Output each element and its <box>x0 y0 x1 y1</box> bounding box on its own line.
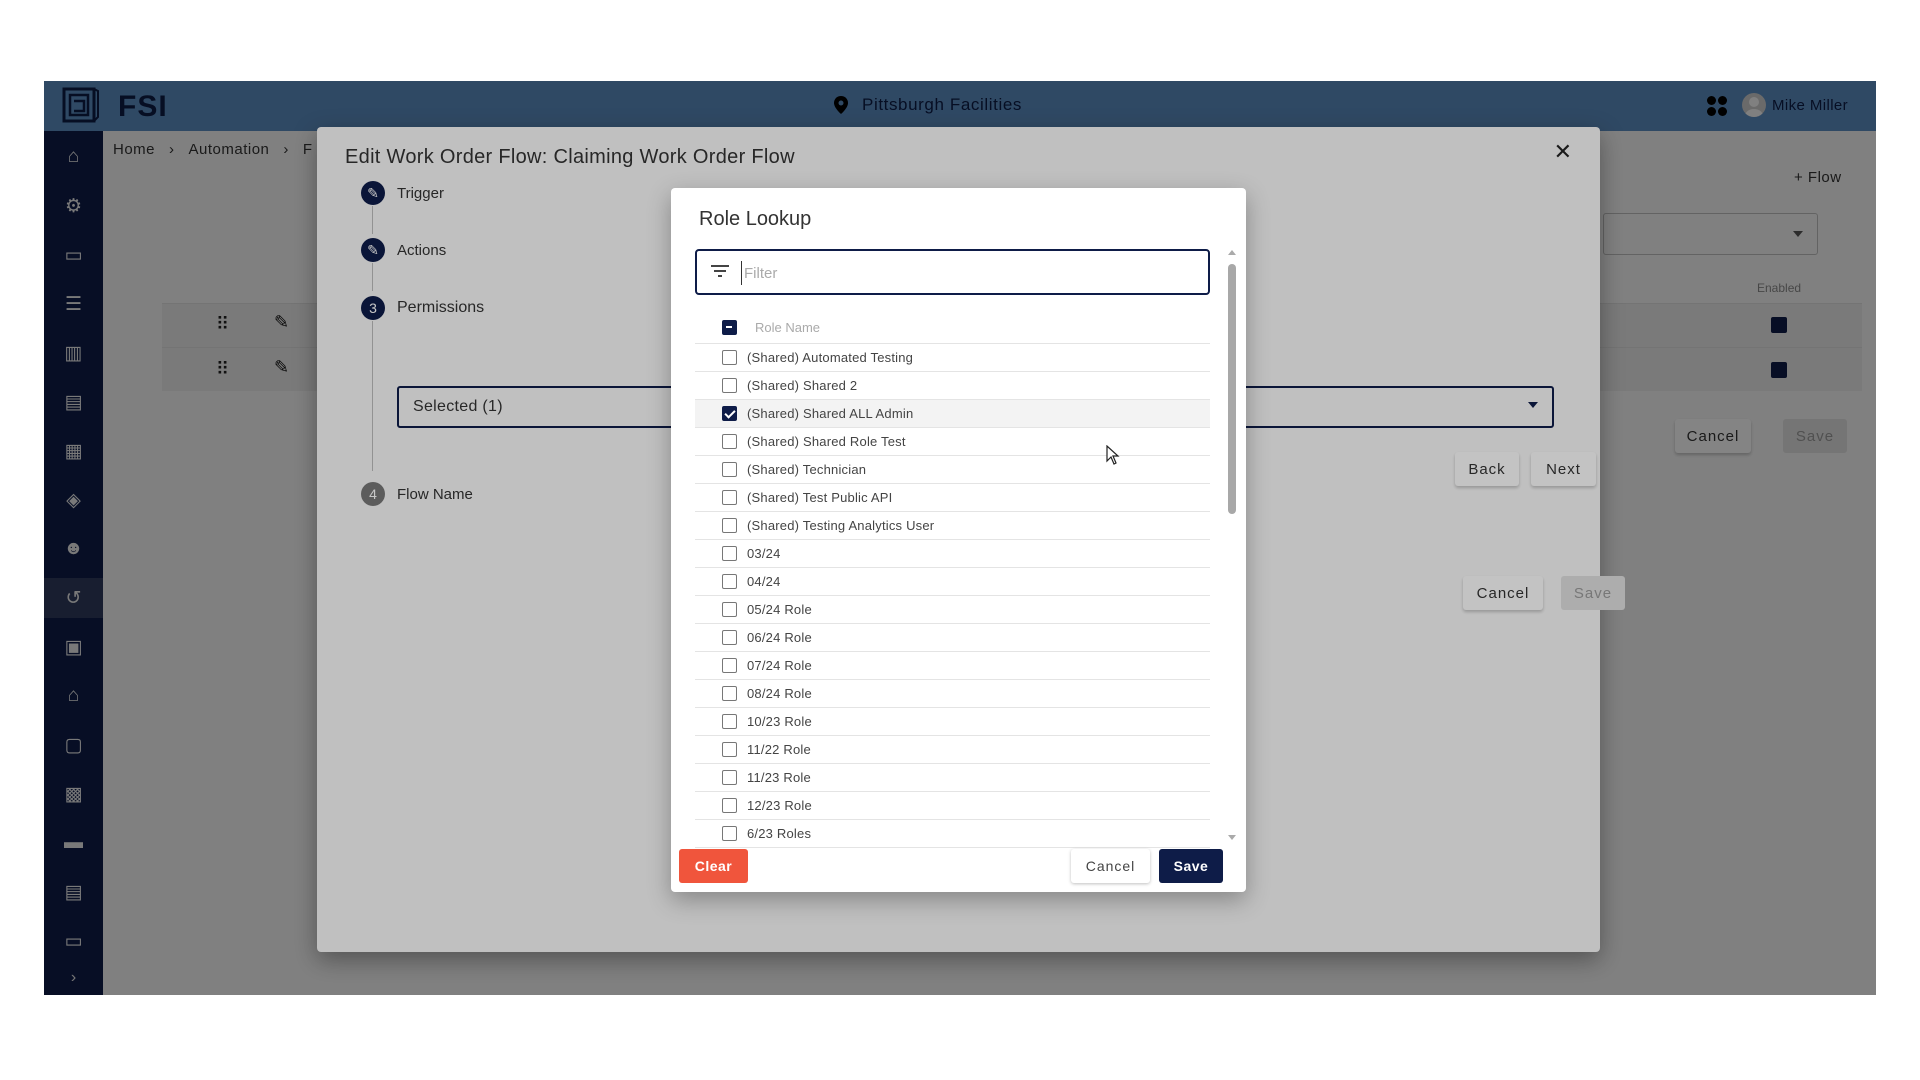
role-name: (Shared) Shared Role Test <box>747 434 906 449</box>
role-row[interactable]: (Shared) Shared ALL Admin <box>695 400 1210 428</box>
role-checkbox[interactable] <box>722 490 737 505</box>
role-checkbox[interactable] <box>722 518 737 533</box>
role-row[interactable]: (Shared) Test Public API <box>695 484 1210 512</box>
role-row[interactable]: 06/24 Role <box>695 624 1210 652</box>
scroll-down-arrow-icon[interactable] <box>1228 835 1236 840</box>
role-name: (Shared) Technician <box>747 462 867 477</box>
scrollbar-thumb[interactable] <box>1228 264 1236 514</box>
role-name: 03/24 <box>747 546 781 561</box>
role-name: 12/23 Role <box>747 798 812 813</box>
role-checkbox[interactable] <box>722 602 737 617</box>
role-row[interactable]: 07/24 Role <box>695 652 1210 680</box>
role-name: 06/24 Role <box>747 630 812 645</box>
role-checkbox[interactable] <box>722 630 737 645</box>
column-header-role-name[interactable]: Role Name <box>755 320 820 335</box>
filter-icon <box>711 265 729 279</box>
role-checkbox[interactable] <box>722 770 737 785</box>
role-row[interactable]: 6/23 Roles <box>695 820 1210 848</box>
role-name: (Shared) Shared ALL Admin <box>747 406 914 421</box>
role-row[interactable]: (Shared) Shared 2 <box>695 372 1210 400</box>
role-name: 11/22 Role <box>747 742 811 757</box>
role-checkbox[interactable] <box>722 658 737 673</box>
app-window: FSI Pittsburgh Facilities Mike Miller ⌂ ⚙… <box>44 81 1876 995</box>
role-name: (Shared) Testing Analytics User <box>747 518 935 533</box>
role-row[interactable]: (Shared) Technician <box>695 456 1210 484</box>
role-row[interactable]: (Shared) Automated Testing <box>695 344 1210 372</box>
role-checkbox[interactable] <box>722 714 737 729</box>
role-checkbox[interactable] <box>722 378 737 393</box>
role-checkbox[interactable] <box>722 798 737 813</box>
save-button[interactable]: Save <box>1159 849 1223 883</box>
filter-input[interactable] <box>741 261 1181 285</box>
scroll-up-arrow-icon[interactable] <box>1228 250 1236 255</box>
role-checkbox[interactable] <box>722 406 737 421</box>
role-checkbox[interactable] <box>722 826 737 841</box>
mouse-cursor-icon <box>1106 445 1120 465</box>
role-checkbox[interactable] <box>722 546 737 561</box>
filter-field[interactable] <box>695 249 1210 295</box>
role-checkbox[interactable] <box>722 462 737 477</box>
role-checkbox[interactable] <box>722 742 737 757</box>
role-row[interactable]: (Shared) Shared Role Test <box>695 428 1210 456</box>
list-header: Role Name <box>695 312 1210 344</box>
role-name: (Shared) Test Public API <box>747 490 893 505</box>
role-name: (Shared) Automated Testing <box>747 350 914 365</box>
role-checkbox[interactable] <box>722 350 737 365</box>
role-name: 6/23 Roles <box>747 826 812 841</box>
dialog-title: Role Lookup <box>699 208 812 230</box>
role-row[interactable]: (Shared) Testing Analytics User <box>695 512 1210 540</box>
role-lookup-dialog: Role Lookup Role Name (Shared) Automated… <box>671 188 1246 892</box>
role-row[interactable]: 03/24 <box>695 540 1210 568</box>
role-row[interactable]: 12/23 Role <box>695 792 1210 820</box>
cancel-button[interactable]: Cancel <box>1071 849 1150 883</box>
clear-button[interactable]: Clear <box>679 849 748 883</box>
role-row[interactable]: 11/22 Role <box>695 736 1210 764</box>
role-checkbox[interactable] <box>722 434 737 449</box>
role-row[interactable]: 04/24 <box>695 568 1210 596</box>
role-name: (Shared) Shared 2 <box>747 378 858 393</box>
role-name: 04/24 <box>747 574 781 589</box>
role-checkbox[interactable] <box>722 686 737 701</box>
role-checkbox[interactable] <box>722 574 737 589</box>
role-row[interactable]: 08/24 Role <box>695 680 1210 708</box>
scrollbar[interactable] <box>1226 250 1238 840</box>
role-name: 07/24 Role <box>747 658 812 673</box>
role-name: 08/24 Role <box>747 686 812 701</box>
role-list: Role Name (Shared) Automated Testing (Sha… <box>695 312 1210 848</box>
role-row[interactable]: 10/23 Role <box>695 708 1210 736</box>
select-all-checkbox[interactable] <box>722 320 737 335</box>
role-row[interactable]: 11/23 Role <box>695 764 1210 792</box>
role-name: 10/23 Role <box>747 714 812 729</box>
role-name: 11/23 Role <box>747 770 811 785</box>
role-row[interactable]: 05/24 Role <box>695 596 1210 624</box>
role-name: 05/24 Role <box>747 602 812 617</box>
